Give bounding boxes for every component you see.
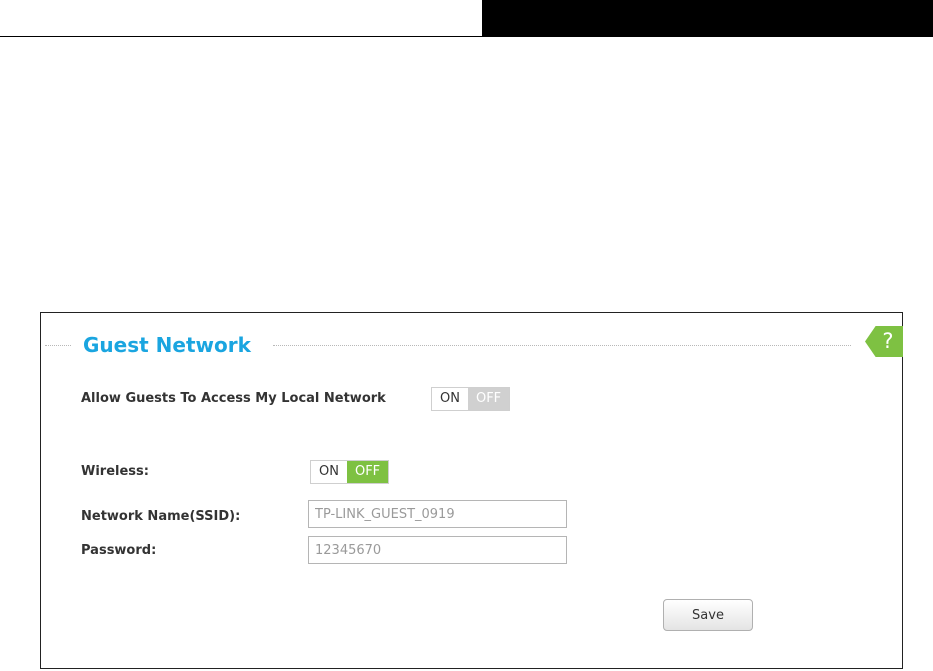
wireless-on[interactable]: ON — [311, 461, 347, 483]
allow-local-access-off[interactable]: OFF — [467, 388, 510, 410]
header-divider — [0, 36, 482, 37]
guest-network-panel: Guest Network ? Allow Guests To Access M… — [40, 312, 903, 669]
wireless-toggle[interactable]: ON OFF — [310, 460, 390, 484]
question-mark-icon: ? — [882, 329, 894, 353]
ssid-label: Network Name(SSID): — [81, 509, 241, 524]
wireless-label: Wireless: — [81, 464, 149, 479]
allow-local-access-label: Allow Guests To Access My Local Network — [81, 391, 386, 406]
allow-local-access-on[interactable]: ON — [432, 388, 468, 410]
allow-local-access-toggle[interactable]: ON OFF — [431, 387, 511, 411]
password-input[interactable] — [308, 536, 567, 564]
title-divider-left — [45, 345, 71, 346]
help-button[interactable]: ? — [865, 326, 903, 357]
section-title: Guest Network — [83, 333, 251, 357]
wireless-off[interactable]: OFF — [346, 461, 389, 483]
header-bar — [482, 0, 933, 37]
save-button[interactable]: Save — [663, 599, 753, 631]
title-divider-right — [273, 345, 851, 346]
ssid-input[interactable] — [308, 500, 567, 528]
password-label: Password: — [81, 543, 157, 558]
